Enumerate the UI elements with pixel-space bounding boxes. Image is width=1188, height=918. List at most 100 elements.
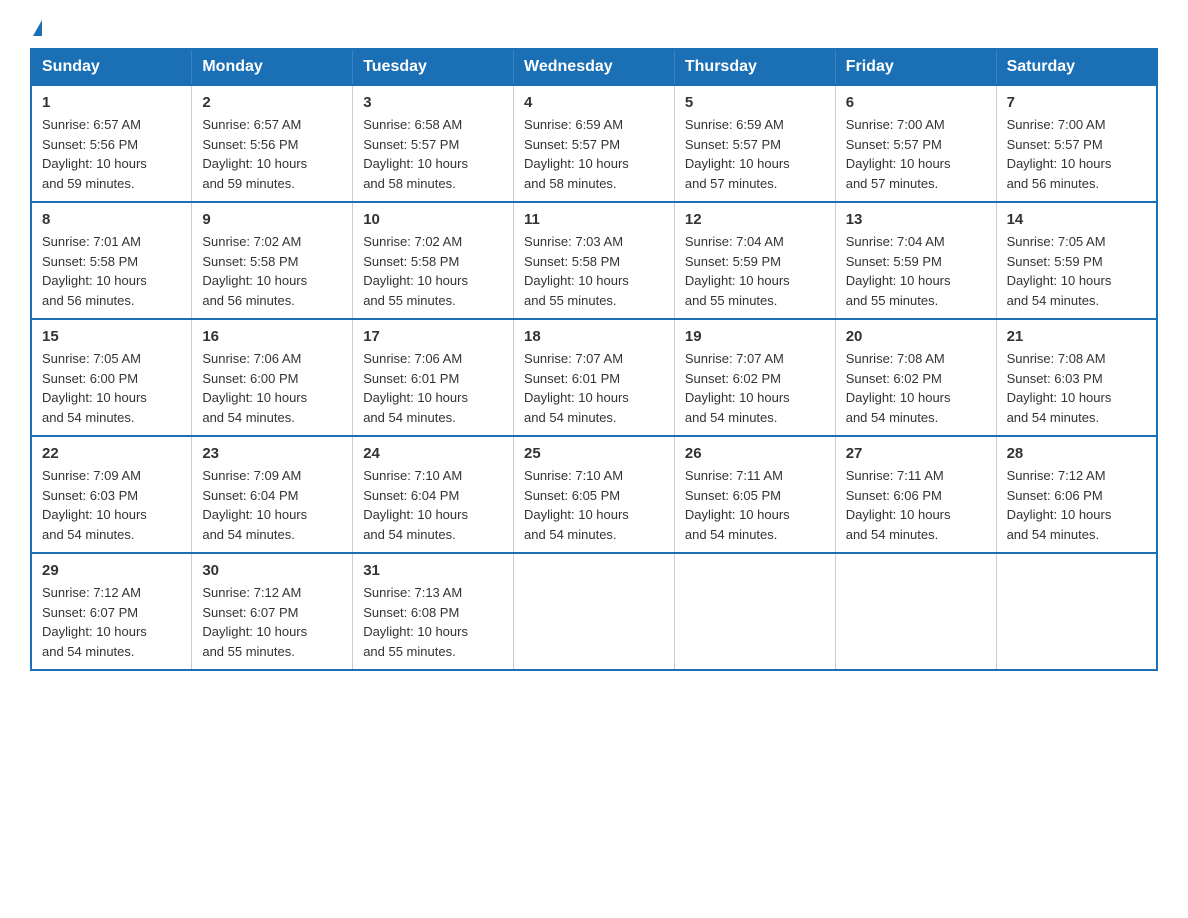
day-number: 27 xyxy=(846,445,986,462)
day-info: Sunrise: 7:10 AM Sunset: 6:05 PM Dayligh… xyxy=(524,466,664,544)
calendar-cell: 9 Sunrise: 7:02 AM Sunset: 5:58 PM Dayli… xyxy=(192,202,353,319)
day-number: 26 xyxy=(685,445,825,462)
day-number: 29 xyxy=(42,562,181,579)
day-number: 4 xyxy=(524,94,664,111)
calendar-cell: 13 Sunrise: 7:04 AM Sunset: 5:59 PM Dayl… xyxy=(835,202,996,319)
day-info: Sunrise: 7:12 AM Sunset: 6:07 PM Dayligh… xyxy=(42,583,181,661)
calendar-cell: 8 Sunrise: 7:01 AM Sunset: 5:58 PM Dayli… xyxy=(31,202,192,319)
day-info: Sunrise: 7:05 AM Sunset: 6:00 PM Dayligh… xyxy=(42,349,181,427)
day-number: 21 xyxy=(1007,328,1146,345)
calendar-cell: 25 Sunrise: 7:10 AM Sunset: 6:05 PM Dayl… xyxy=(514,436,675,553)
day-number: 18 xyxy=(524,328,664,345)
day-info: Sunrise: 7:05 AM Sunset: 5:59 PM Dayligh… xyxy=(1007,232,1146,310)
day-number: 7 xyxy=(1007,94,1146,111)
day-info: Sunrise: 7:07 AM Sunset: 6:01 PM Dayligh… xyxy=(524,349,664,427)
day-info: Sunrise: 7:01 AM Sunset: 5:58 PM Dayligh… xyxy=(42,232,181,310)
day-info: Sunrise: 7:12 AM Sunset: 6:07 PM Dayligh… xyxy=(202,583,342,661)
calendar-cell: 18 Sunrise: 7:07 AM Sunset: 6:01 PM Dayl… xyxy=(514,319,675,436)
calendar-cell: 1 Sunrise: 6:57 AM Sunset: 5:56 PM Dayli… xyxy=(31,85,192,202)
day-number: 8 xyxy=(42,211,181,228)
day-number: 15 xyxy=(42,328,181,345)
day-number: 31 xyxy=(363,562,503,579)
calendar-cell: 24 Sunrise: 7:10 AM Sunset: 6:04 PM Dayl… xyxy=(353,436,514,553)
calendar-cell: 29 Sunrise: 7:12 AM Sunset: 6:07 PM Dayl… xyxy=(31,553,192,670)
day-info: Sunrise: 7:00 AM Sunset: 5:57 PM Dayligh… xyxy=(846,115,986,193)
day-info: Sunrise: 7:09 AM Sunset: 6:03 PM Dayligh… xyxy=(42,466,181,544)
calendar-cell: 27 Sunrise: 7:11 AM Sunset: 6:06 PM Dayl… xyxy=(835,436,996,553)
calendar-cell xyxy=(996,553,1157,670)
day-info: Sunrise: 6:57 AM Sunset: 5:56 PM Dayligh… xyxy=(202,115,342,193)
day-info: Sunrise: 6:59 AM Sunset: 5:57 PM Dayligh… xyxy=(685,115,825,193)
day-number: 13 xyxy=(846,211,986,228)
calendar-cell: 6 Sunrise: 7:00 AM Sunset: 5:57 PM Dayli… xyxy=(835,85,996,202)
day-info: Sunrise: 7:11 AM Sunset: 6:05 PM Dayligh… xyxy=(685,466,825,544)
logo xyxy=(30,20,42,34)
day-header-thursday: Thursday xyxy=(674,49,835,85)
calendar-cell: 10 Sunrise: 7:02 AM Sunset: 5:58 PM Dayl… xyxy=(353,202,514,319)
calendar-cell: 28 Sunrise: 7:12 AM Sunset: 6:06 PM Dayl… xyxy=(996,436,1157,553)
day-header-monday: Monday xyxy=(192,49,353,85)
calendar-cell: 12 Sunrise: 7:04 AM Sunset: 5:59 PM Dayl… xyxy=(674,202,835,319)
calendar-week-row: 15 Sunrise: 7:05 AM Sunset: 6:00 PM Dayl… xyxy=(31,319,1157,436)
day-number: 11 xyxy=(524,211,664,228)
day-info: Sunrise: 7:09 AM Sunset: 6:04 PM Dayligh… xyxy=(202,466,342,544)
calendar-cell: 21 Sunrise: 7:08 AM Sunset: 6:03 PM Dayl… xyxy=(996,319,1157,436)
day-info: Sunrise: 7:13 AM Sunset: 6:08 PM Dayligh… xyxy=(363,583,503,661)
day-info: Sunrise: 7:08 AM Sunset: 6:03 PM Dayligh… xyxy=(1007,349,1146,427)
day-header-saturday: Saturday xyxy=(996,49,1157,85)
day-header-friday: Friday xyxy=(835,49,996,85)
calendar-cell: 4 Sunrise: 6:59 AM Sunset: 5:57 PM Dayli… xyxy=(514,85,675,202)
day-number: 3 xyxy=(363,94,503,111)
calendar-cell: 31 Sunrise: 7:13 AM Sunset: 6:08 PM Dayl… xyxy=(353,553,514,670)
calendar-cell: 26 Sunrise: 7:11 AM Sunset: 6:05 PM Dayl… xyxy=(674,436,835,553)
calendar-cell xyxy=(674,553,835,670)
day-info: Sunrise: 6:58 AM Sunset: 5:57 PM Dayligh… xyxy=(363,115,503,193)
calendar-cell: 22 Sunrise: 7:09 AM Sunset: 6:03 PM Dayl… xyxy=(31,436,192,553)
day-number: 20 xyxy=(846,328,986,345)
day-number: 25 xyxy=(524,445,664,462)
day-number: 2 xyxy=(202,94,342,111)
calendar-cell: 14 Sunrise: 7:05 AM Sunset: 5:59 PM Dayl… xyxy=(996,202,1157,319)
calendar-cell: 5 Sunrise: 6:59 AM Sunset: 5:57 PM Dayli… xyxy=(674,85,835,202)
calendar-cell: 19 Sunrise: 7:07 AM Sunset: 6:02 PM Dayl… xyxy=(674,319,835,436)
day-info: Sunrise: 7:12 AM Sunset: 6:06 PM Dayligh… xyxy=(1007,466,1146,544)
day-number: 17 xyxy=(363,328,503,345)
calendar-week-row: 22 Sunrise: 7:09 AM Sunset: 6:03 PM Dayl… xyxy=(31,436,1157,553)
calendar-cell: 2 Sunrise: 6:57 AM Sunset: 5:56 PM Dayli… xyxy=(192,85,353,202)
day-number: 1 xyxy=(42,94,181,111)
calendar-cell: 17 Sunrise: 7:06 AM Sunset: 6:01 PM Dayl… xyxy=(353,319,514,436)
day-info: Sunrise: 7:11 AM Sunset: 6:06 PM Dayligh… xyxy=(846,466,986,544)
calendar-cell: 30 Sunrise: 7:12 AM Sunset: 6:07 PM Dayl… xyxy=(192,553,353,670)
day-number: 12 xyxy=(685,211,825,228)
calendar-cell: 23 Sunrise: 7:09 AM Sunset: 6:04 PM Dayl… xyxy=(192,436,353,553)
day-number: 16 xyxy=(202,328,342,345)
day-number: 10 xyxy=(363,211,503,228)
calendar-week-row: 8 Sunrise: 7:01 AM Sunset: 5:58 PM Dayli… xyxy=(31,202,1157,319)
day-info: Sunrise: 7:07 AM Sunset: 6:02 PM Dayligh… xyxy=(685,349,825,427)
day-number: 22 xyxy=(42,445,181,462)
calendar-week-row: 29 Sunrise: 7:12 AM Sunset: 6:07 PM Dayl… xyxy=(31,553,1157,670)
day-header-wednesday: Wednesday xyxy=(514,49,675,85)
day-number: 30 xyxy=(202,562,342,579)
day-number: 19 xyxy=(685,328,825,345)
calendar-cell: 11 Sunrise: 7:03 AM Sunset: 5:58 PM Dayl… xyxy=(514,202,675,319)
day-info: Sunrise: 7:02 AM Sunset: 5:58 PM Dayligh… xyxy=(202,232,342,310)
calendar-week-row: 1 Sunrise: 6:57 AM Sunset: 5:56 PM Dayli… xyxy=(31,85,1157,202)
day-number: 14 xyxy=(1007,211,1146,228)
calendar-cell: 16 Sunrise: 7:06 AM Sunset: 6:00 PM Dayl… xyxy=(192,319,353,436)
day-number: 24 xyxy=(363,445,503,462)
calendar-cell: 20 Sunrise: 7:08 AM Sunset: 6:02 PM Dayl… xyxy=(835,319,996,436)
calendar-table: SundayMondayTuesdayWednesdayThursdayFrid… xyxy=(30,48,1158,671)
day-header-sunday: Sunday xyxy=(31,49,192,85)
day-number: 6 xyxy=(846,94,986,111)
day-info: Sunrise: 7:02 AM Sunset: 5:58 PM Dayligh… xyxy=(363,232,503,310)
calendar-cell: 7 Sunrise: 7:00 AM Sunset: 5:57 PM Dayli… xyxy=(996,85,1157,202)
calendar-cell: 15 Sunrise: 7:05 AM Sunset: 6:00 PM Dayl… xyxy=(31,319,192,436)
day-info: Sunrise: 7:08 AM Sunset: 6:02 PM Dayligh… xyxy=(846,349,986,427)
day-header-tuesday: Tuesday xyxy=(353,49,514,85)
calendar-cell: 3 Sunrise: 6:58 AM Sunset: 5:57 PM Dayli… xyxy=(353,85,514,202)
day-info: Sunrise: 7:04 AM Sunset: 5:59 PM Dayligh… xyxy=(685,232,825,310)
day-info: Sunrise: 7:06 AM Sunset: 6:00 PM Dayligh… xyxy=(202,349,342,427)
calendar-cell xyxy=(514,553,675,670)
page-header xyxy=(30,20,1158,34)
